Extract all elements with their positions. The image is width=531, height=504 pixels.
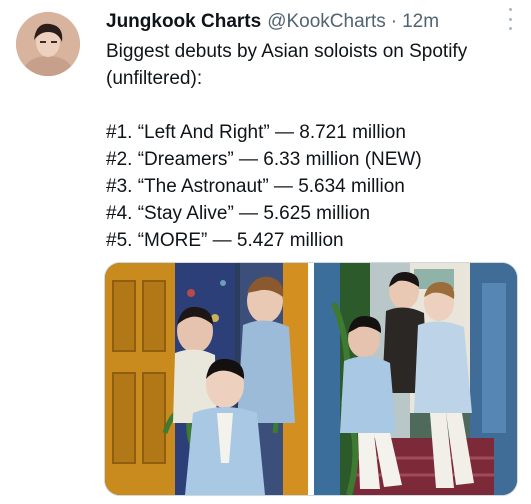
separator-dot: · (390, 11, 398, 32)
tweet-header: Jungkook Charts @KookCharts · 12m (106, 10, 517, 34)
tweet-text: Biggest debuts by Asian soloists on Spot… (106, 38, 519, 254)
avatar-image (16, 12, 80, 76)
user-handle[interactable]: @KookCharts (267, 11, 386, 33)
tweet-text-line: Biggest debuts by Asian soloists on Spot… (106, 41, 468, 62)
ranking-line: #2. “Dreamers” — 6.33 million (NEW) (106, 149, 422, 170)
tweet-media[interactable] (104, 262, 518, 496)
avatar[interactable] (16, 12, 80, 76)
tweet-text-line: (unfiltered): (106, 68, 203, 89)
ranking-line: #1. “Left And Right” — 8.721 million (106, 122, 406, 143)
ranking-line: #4. “Stay Alive” — 5.625 million (106, 203, 371, 224)
timestamp[interactable]: 12m (402, 11, 439, 33)
ranking-line: #5. “MORE” — 5.427 million (106, 230, 344, 251)
tweet[interactable]: Jungkook Charts @KookCharts · 12m Bigges… (0, 0, 531, 504)
more-vertical-icon[interactable] (507, 8, 513, 30)
display-name[interactable]: Jungkook Charts (106, 11, 261, 33)
photo-left[interactable] (105, 263, 308, 495)
photo-right[interactable] (314, 263, 517, 495)
ranking-line: #3. “The Astronaut” — 5.634 million (106, 176, 405, 197)
